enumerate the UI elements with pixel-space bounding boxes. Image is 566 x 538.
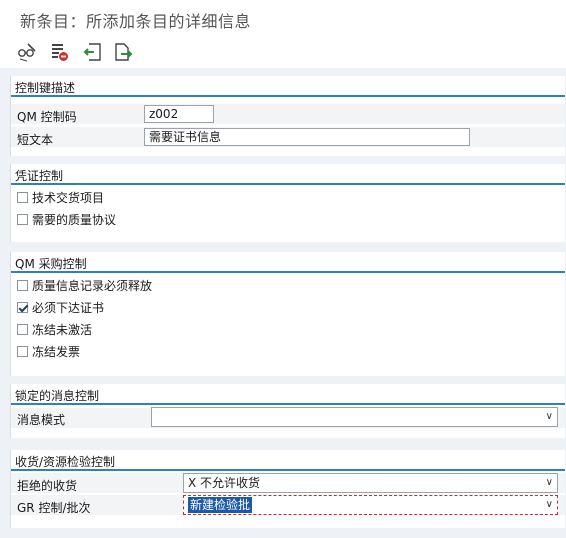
chevron-down-icon[interactable]: ∨: [546, 408, 553, 426]
delete-icon[interactable]: [48, 41, 70, 63]
release-required-label: 质量信息记录必须释放: [32, 278, 153, 293]
rejected-gr-select[interactable]: X 不允许收货 ∨: [183, 473, 558, 493]
chevron-down-icon[interactable]: ∨: [546, 474, 553, 492]
title-bar: 新条目：所添加条目的详细信息: [0, 0, 566, 36]
next-entry-icon[interactable]: [112, 41, 134, 63]
group-divider: [11, 183, 565, 185]
gr-lot-label: GR 控制/批次: [17, 501, 91, 515]
tech-delivery-checkbox[interactable]: [17, 191, 28, 203]
gr-inspection-group: 收货/资源检验控制 拒绝的收货 X 不允许收货 ∨ GR 控制/批次 新建检验批…: [10, 450, 565, 528]
chevron-down-icon[interactable]: ∨: [546, 496, 553, 514]
group-title: 控制键描述: [15, 81, 76, 95]
display-change-icon[interactable]: [16, 41, 38, 63]
message-mode-select[interactable]: ∨: [151, 407, 558, 427]
short-text-input[interactable]: 需要证书信息: [144, 128, 470, 146]
group-title: 收货/资源检验控制: [15, 455, 116, 469]
control-key-group: 控制键描述 QM 控制码 z002 短文本 需要证书信息: [10, 76, 565, 156]
short-text-label: 短文本: [17, 133, 54, 147]
qm-key-input[interactable]: z002: [144, 105, 214, 123]
group-divider: [11, 469, 565, 471]
qm-key-label: QM 控制码: [17, 110, 77, 124]
group-divider: [11, 271, 565, 273]
qm-key-row: [11, 104, 565, 124]
release-required-option[interactable]: 质量信息记录必须释放: [17, 276, 152, 294]
group-title: 锁定的消息控制: [15, 389, 100, 403]
tech-delivery-label: 技术交货项目: [32, 190, 105, 205]
tech-delivery-option[interactable]: 技术交货项目: [17, 188, 104, 206]
block-inactive-checkbox[interactable]: [17, 323, 28, 335]
group-divider: [11, 95, 565, 97]
gr-lot-select[interactable]: 新建检验批 ∨: [183, 495, 558, 515]
group-title: 凭证控制: [15, 169, 64, 183]
quality-agreement-checkbox[interactable]: [17, 213, 28, 225]
previous-entry-icon[interactable]: [82, 41, 104, 63]
gr-lot-value: 新建检验批: [188, 497, 253, 513]
quality-agreement-label: 需要的质量协议: [32, 212, 117, 227]
certificate-required-option[interactable]: 必须下达证书: [17, 298, 104, 316]
block-inactive-option[interactable]: 冻结未激活: [17, 320, 92, 338]
message-mode-label: 消息模式: [17, 413, 66, 427]
block-invoice-checkbox[interactable]: [17, 345, 28, 357]
block-invoice-label: 冻结发票: [32, 344, 81, 359]
quality-agreement-option[interactable]: 需要的质量协议: [17, 210, 116, 228]
release-required-checkbox[interactable]: [17, 279, 28, 291]
document-control-group: 凭证控制 技术交货项目 需要的质量协议: [10, 164, 565, 242]
block-inactive-label: 冻结未激活: [32, 322, 93, 337]
window-title: 新条目：所添加条目的详细信息: [20, 12, 252, 31]
certificate-required-checkbox[interactable]: [17, 301, 28, 313]
rejected-gr-value: X 不允许收货: [188, 476, 261, 490]
qm-procurement-group: QM 采购控制 质量信息记录必须释放 必须下达证书 冻结未激活 冻结发票: [10, 252, 565, 376]
content-area: 控制键描述 QM 控制码 z002 短文本 需要证书信息 凭证控制 技术交货项目…: [0, 68, 566, 538]
certificate-required-label: 必须下达证书: [32, 300, 105, 315]
toolbar: [0, 36, 566, 68]
block-invoice-option[interactable]: 冻结发票: [17, 342, 80, 360]
message-control-group: 锁定的消息控制 消息模式 ∨: [10, 384, 565, 438]
group-title: QM 采购控制: [15, 257, 87, 271]
group-divider: [11, 403, 565, 405]
rejected-gr-label: 拒绝的收货: [17, 479, 78, 493]
